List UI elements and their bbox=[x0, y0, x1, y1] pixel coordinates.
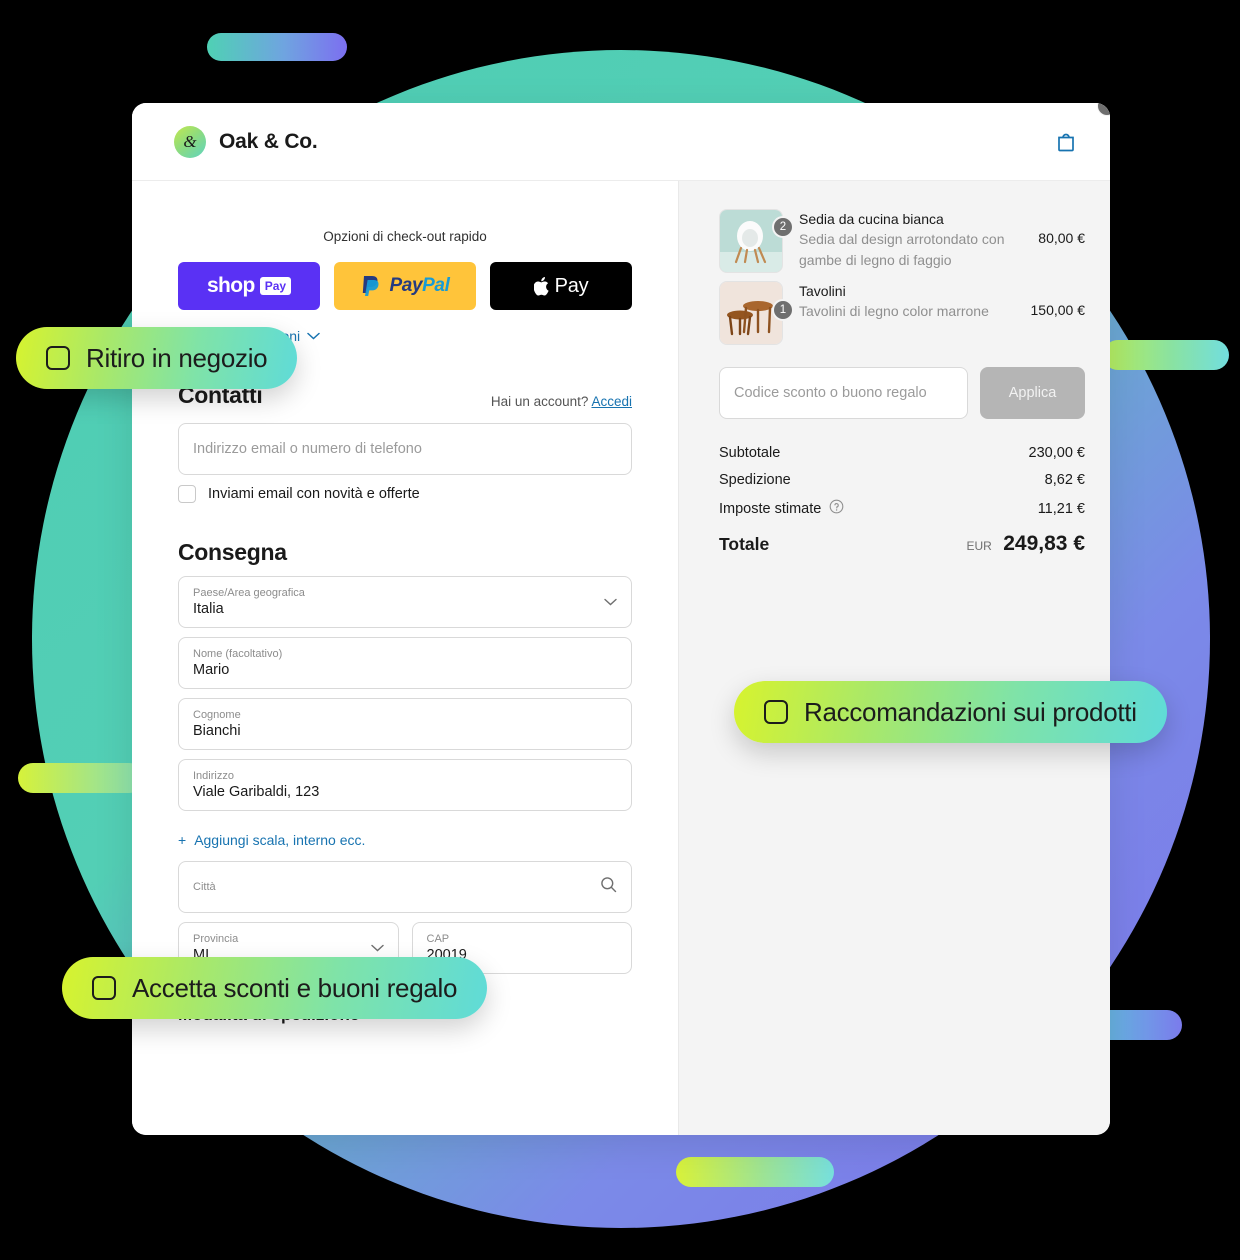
apple-logo-icon bbox=[533, 276, 549, 296]
address-field[interactable]: Indirizzo Viale Garibaldi, 123 bbox=[178, 759, 632, 811]
quantity-value: 2 bbox=[779, 221, 787, 233]
page-root: & Oak & Co. Opzioni di check-out rapido … bbox=[0, 0, 1240, 1260]
paypal-label-a: Pay bbox=[389, 275, 423, 296]
store-header: & Oak & Co. bbox=[132, 103, 1110, 181]
express-checkout-title: Opzioni di check-out rapido bbox=[323, 229, 487, 244]
shop-pay-tag: Pay bbox=[259, 277, 292, 295]
store-name: Oak & Co. bbox=[219, 129, 318, 153]
paypal-label-b: Pal bbox=[422, 275, 450, 296]
newsletter-row[interactable]: Inviami email con novità e offerte bbox=[178, 485, 632, 503]
order-line-item-price: 80,00 € bbox=[1038, 230, 1085, 246]
quantity-value: 1 bbox=[779, 304, 787, 316]
country-select[interactable]: Paese/Area geografica Italia bbox=[178, 576, 632, 628]
feature-pill-label: Raccomandazioni sui prodotti bbox=[804, 696, 1137, 727]
province-label: Provincia bbox=[193, 933, 239, 945]
last-name-field[interactable]: Cognome Bianchi bbox=[178, 698, 632, 750]
first-name-value: Mario bbox=[193, 662, 230, 678]
apple-pay-button[interactable]: Pay bbox=[490, 262, 632, 310]
summary-label: Imposte stimate bbox=[719, 500, 822, 517]
decorative-pill-left bbox=[18, 763, 144, 793]
summary-value: 230,00 € bbox=[1028, 445, 1085, 461]
account-prompt: Hai un account? Accedi bbox=[491, 394, 632, 409]
paypal-icon bbox=[362, 276, 379, 296]
email-placeholder: Indirizzo email o numero di telefono bbox=[193, 441, 422, 457]
total-value: 249,83 € bbox=[1003, 532, 1085, 555]
last-name-value: Bianchi bbox=[193, 723, 241, 739]
discount-code-input[interactable]: Codice sconto o buono regalo bbox=[719, 367, 968, 419]
first-name-label: Nome (facoltativo) bbox=[193, 648, 283, 660]
discount-row: Codice sconto o buono regalo Applica bbox=[719, 367, 1085, 419]
add-address-line-label: Aggiungi scala, interno ecc. bbox=[194, 832, 366, 848]
feature-pill-pickup[interactable]: Ritiro in negozio bbox=[16, 327, 298, 389]
delivery-section-header: Consegna bbox=[178, 539, 632, 566]
apply-discount-button[interactable]: Applica bbox=[980, 367, 1085, 419]
newsletter-label: Inviami email con novità e offerte bbox=[208, 486, 420, 502]
white-kitchen-chair-thumbnail bbox=[719, 209, 783, 273]
decorative-pill-top bbox=[207, 33, 347, 61]
city-label: Città bbox=[193, 881, 216, 893]
login-link[interactable]: Accedi bbox=[591, 394, 632, 409]
paypal-button[interactable]: PayPal bbox=[334, 262, 476, 310]
shopping-bag-icon[interactable] bbox=[1049, 125, 1083, 159]
chevron-down-icon bbox=[370, 939, 384, 957]
shop-pay-button[interactable]: shop Pay bbox=[178, 262, 320, 310]
order-line-item-quantity-badge: 1 bbox=[772, 299, 794, 321]
summary-value: 11,21 € bbox=[1037, 500, 1085, 517]
summary-label: Spedizione bbox=[719, 472, 791, 488]
apple-pay-label: Pay bbox=[554, 274, 589, 297]
feature-pill-discounts[interactable]: Accetta sconti e buoni regalo bbox=[62, 957, 488, 1019]
brand-logo-glyph: & bbox=[183, 131, 197, 151]
order-summary-column: Sedia da cucina bianca Sedia dal design … bbox=[678, 103, 1110, 1135]
info-icon[interactable] bbox=[829, 499, 844, 518]
address-value: Viale Garibaldi, 123 bbox=[193, 784, 320, 800]
summary-row-shipping: Spedizione 8,62 € bbox=[719, 472, 1085, 488]
address-label: Indirizzo bbox=[193, 770, 234, 782]
checkbox-square-icon bbox=[92, 976, 116, 1000]
discount-code-placeholder: Codice sconto o buono regalo bbox=[734, 385, 927, 401]
order-line-item-price: 150,00 € bbox=[1030, 302, 1086, 318]
checkbox-square-icon bbox=[764, 700, 788, 724]
brand-logo-icon: & bbox=[174, 125, 206, 158]
order-line-item-text: Sedia da cucina bianca Sedia dal design … bbox=[799, 209, 1022, 271]
search-icon bbox=[600, 876, 617, 898]
first-name-field[interactable]: Nome (facoltativo) Mario bbox=[178, 637, 632, 689]
country-label: Paese/Area geografica bbox=[193, 587, 305, 599]
delivery-title: Consegna bbox=[178, 539, 287, 565]
order-line-item-text: Tavolini Tavolini di legno color marrone bbox=[799, 281, 1015, 322]
last-name-label: Cognome bbox=[193, 709, 241, 721]
feature-pill-label: Accetta sconti e buoni regalo bbox=[132, 972, 458, 1003]
chevron-down-icon bbox=[307, 332, 320, 340]
plus-icon: + bbox=[178, 832, 187, 848]
order-line-item-name: Sedia da cucina bianca bbox=[799, 211, 944, 227]
order-line-item-desc: Tavolini di legno color marrone bbox=[799, 303, 989, 319]
feature-pill-label: Ritiro in negozio bbox=[86, 342, 268, 373]
total-row: Totale EUR 249,83 € bbox=[719, 532, 1085, 556]
brand: & Oak & Co. bbox=[174, 125, 318, 158]
express-payment-buttons: shop Pay PayPal Pay bbox=[178, 262, 632, 310]
summary-label: Subtotale bbox=[719, 445, 781, 461]
summary-row-taxes: Imposte stimate 11,21 € bbox=[719, 499, 1085, 518]
shop-pay-word: shop bbox=[206, 274, 255, 297]
add-address-line-link[interactable]: + Aggiungi scala, interno ecc. bbox=[178, 832, 365, 848]
feature-pill-recommendations[interactable]: Raccomandazioni sui prodotti bbox=[734, 681, 1167, 743]
country-value: Italia bbox=[193, 601, 224, 617]
decorative-pill-right bbox=[1103, 340, 1229, 370]
decorative-pill-bottom bbox=[676, 1157, 834, 1187]
city-field[interactable]: Città bbox=[178, 861, 632, 913]
email-field[interactable]: Indirizzo email o numero di telefono bbox=[178, 423, 632, 475]
total-label: Totale bbox=[719, 534, 770, 554]
account-prompt-text: Hai un account? bbox=[490, 394, 589, 409]
checkbox-square-icon bbox=[46, 346, 70, 370]
chevron-down-icon bbox=[604, 593, 617, 611]
total-currency: EUR bbox=[966, 539, 992, 553]
postal-code-label: CAP bbox=[426, 933, 450, 945]
newsletter-checkbox[interactable] bbox=[178, 485, 196, 503]
summary-value: 8,62 € bbox=[1044, 472, 1085, 488]
order-line-item-desc: Sedia dal design arrotondato con gambe d… bbox=[799, 231, 1005, 268]
summary-row-subtotal: Subtotale 230,00 € bbox=[719, 445, 1085, 461]
order-line-item-quantity-badge: 2 bbox=[772, 216, 794, 238]
order-line-item-name: Tavolini bbox=[799, 283, 846, 299]
